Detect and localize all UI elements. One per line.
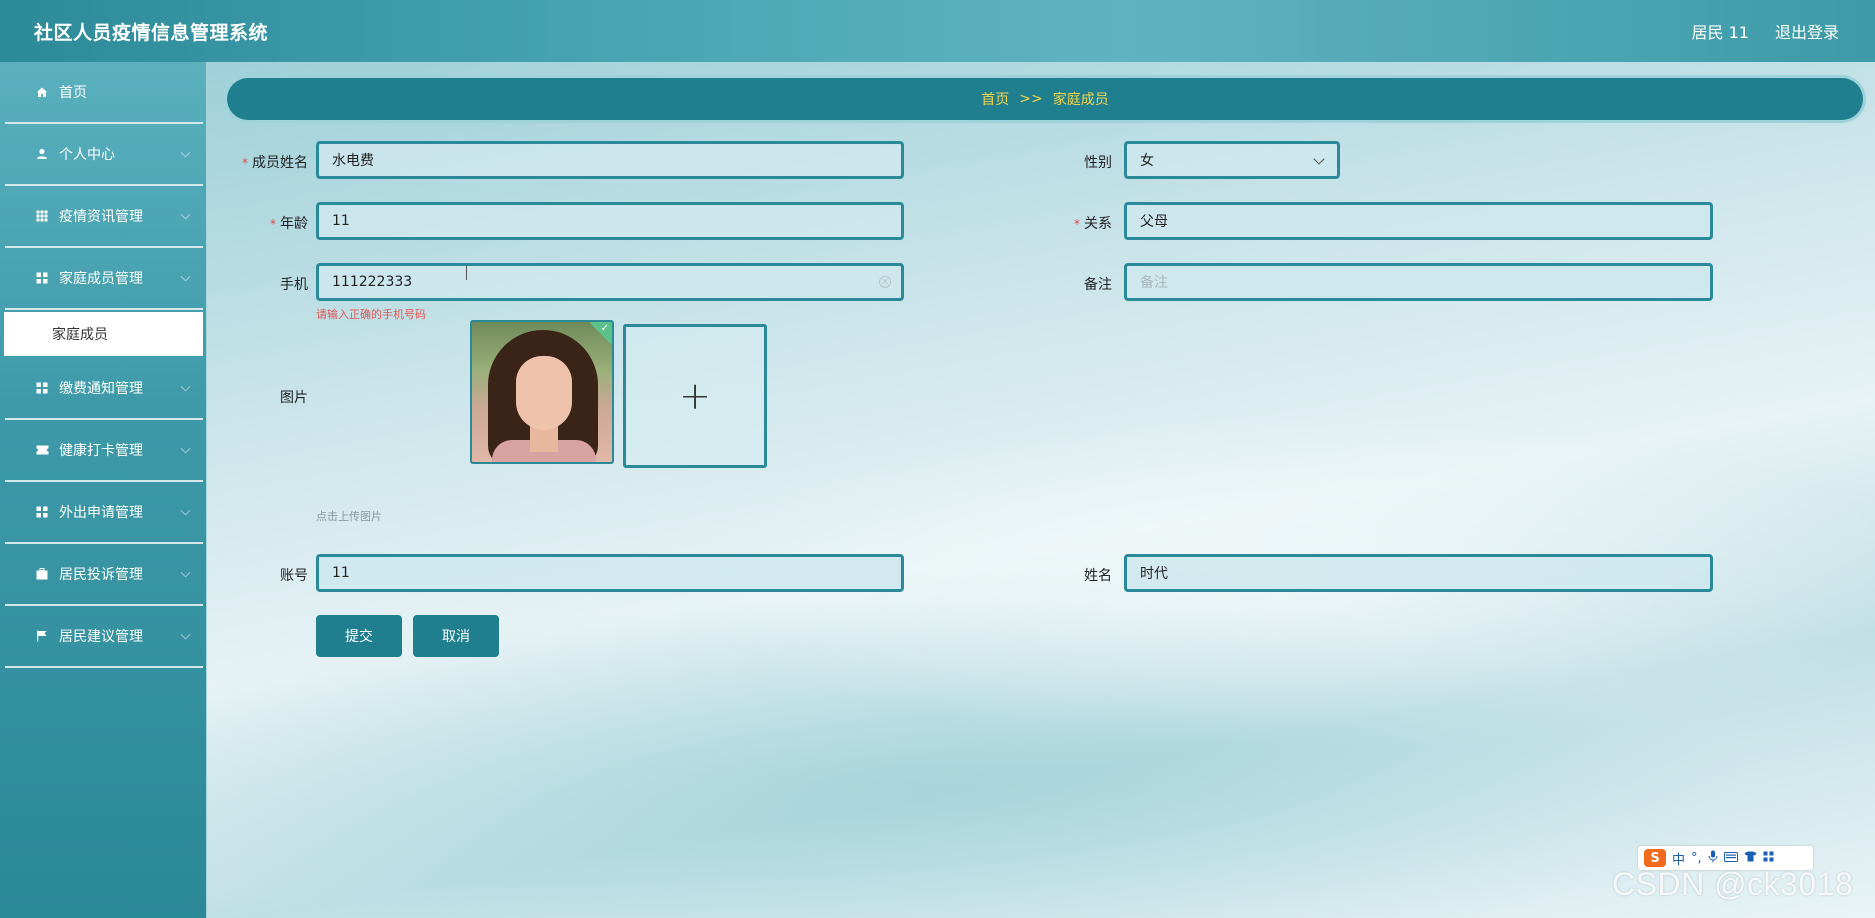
account-field[interactable]: 11 — [316, 554, 904, 592]
relation-field[interactable]: 父母 — [1124, 202, 1713, 240]
sidebar-item-label: 居民投诉管理 — [59, 567, 143, 583]
chevron-down-icon — [180, 147, 191, 158]
briefcase-icon — [35, 567, 49, 581]
microphone-icon[interactable] — [1708, 850, 1718, 867]
sidebar-item-complaints[interactable]: 居民投诉管理 — [5, 544, 203, 606]
gender-select[interactable]: 女 — [1124, 141, 1340, 179]
chevron-down-icon — [180, 443, 191, 454]
breadcrumb-home[interactable]: 首页 — [981, 89, 1009, 109]
chevron-down-icon — [180, 629, 191, 640]
gender-label: 性别 — [1084, 155, 1112, 171]
chevron-down-icon — [180, 567, 191, 578]
chevron-down-icon — [180, 381, 191, 392]
sidebar-item-suggestions[interactable]: 居民建议管理 — [5, 606, 203, 668]
sogou-icon[interactable]: S — [1644, 849, 1666, 867]
upload-hint: 点击上传图片 — [316, 510, 382, 523]
member-name-label: * 成员姓名 — [242, 155, 308, 171]
sidebar-item-home[interactable]: 首页 — [5, 62, 203, 124]
ticket-icon — [35, 443, 49, 457]
sidebar-item-label: 个人中心 — [59, 147, 115, 163]
upload-button[interactable]: + — [623, 324, 767, 468]
sidebar: 首页 个人中心 疫情资讯管理 家庭成员管理 家庭成员 缴费通知管理 健康打卡管理 — [0, 62, 207, 918]
sidebar-item-label: 外出申请管理 — [59, 505, 143, 521]
sidebar-item-label: 疫情资讯管理 — [59, 209, 143, 225]
phone-error-message: 请输入正确的手机号码 — [316, 308, 426, 321]
top-right-actions: 居民 11 退出登录 — [1692, 19, 1839, 43]
app-title: 社区人员疫情信息管理系统 — [34, 21, 269, 44]
keyboard-icon[interactable] — [1723, 851, 1738, 866]
sidebar-item-label: 缴费通知管理 — [59, 381, 143, 397]
chevron-down-icon — [1313, 153, 1325, 165]
submit-button[interactable]: 提交 — [316, 615, 402, 657]
image-label: 图片 — [280, 390, 308, 406]
sidebar-item-label: 家庭成员管理 — [59, 271, 143, 287]
cancel-button[interactable]: 取消 — [413, 615, 499, 657]
sidebar-item-payment-notice[interactable]: 缴费通知管理 — [5, 358, 203, 420]
user-label[interactable]: 居民 11 — [1692, 19, 1749, 43]
breadcrumb: 首页 >> 家庭成员 — [227, 78, 1863, 120]
user-icon — [35, 147, 49, 161]
apps-icon — [35, 271, 49, 285]
toolbox-icon[interactable] — [1763, 851, 1774, 866]
sidebar-item-epidemic-news[interactable]: 疫情资讯管理 — [5, 186, 203, 248]
watermark: CSDN @ck3018 — [1612, 866, 1854, 902]
chevron-down-icon — [180, 209, 191, 220]
sidebar-subitem-family-members[interactable]: 家庭成员 — [4, 312, 203, 356]
check-icon: ✓ — [600, 323, 609, 334]
apps-icon — [35, 505, 49, 519]
ime-punct[interactable]: °, — [1691, 851, 1702, 866]
age-label: * 年龄 — [270, 216, 308, 232]
sidebar-item-label: 首页 — [59, 85, 87, 101]
relation-label: * 关系 — [1074, 216, 1112, 232]
home-icon — [35, 85, 49, 99]
chevron-down-icon — [180, 271, 191, 282]
sidebar-item-health-checkin[interactable]: 健康打卡管理 — [5, 420, 203, 482]
account-label: 账号 — [280, 568, 308, 584]
sidebar-item-label: 居民建议管理 — [59, 629, 143, 645]
phone-label: 手机 — [280, 277, 308, 293]
clear-icon[interactable]: × — [879, 276, 891, 288]
chevron-down-icon — [180, 505, 191, 516]
ime-mode[interactable]: 中 — [1672, 849, 1685, 868]
breadcrumb-current: 家庭成员 — [1052, 92, 1109, 108]
grid-icon — [35, 209, 49, 223]
sidebar-item-family-management[interactable]: 家庭成员管理 — [5, 248, 203, 310]
member-name-field[interactable]: 水电费 — [316, 141, 904, 179]
age-field[interactable]: 11 — [316, 202, 904, 240]
phone-field[interactable]: 111222333 × — [316, 263, 904, 301]
name-field[interactable]: 时代 — [1124, 554, 1713, 592]
remark-field[interactable]: 备注 — [1124, 263, 1713, 301]
remark-label: 备注 — [1084, 277, 1112, 293]
text-cursor-icon — [466, 266, 468, 280]
sidebar-item-outing-request[interactable]: 外出申请管理 — [5, 482, 203, 544]
sidebar-item-personal-center[interactable]: 个人中心 — [5, 124, 203, 186]
skin-icon[interactable] — [1744, 851, 1757, 866]
breadcrumb-separator: >> — [1019, 91, 1043, 107]
top-bar: 社区人员疫情信息管理系统 居民 11 退出登录 — [0, 0, 1875, 62]
main-content: 首页 >> 家庭成员 — [207, 62, 1875, 918]
logout-link[interactable]: 退出登录 — [1775, 19, 1839, 43]
sidebar-item-label: 健康打卡管理 — [59, 443, 143, 459]
flag-icon — [35, 629, 49, 643]
uploaded-photo[interactable]: ✓ — [470, 320, 614, 464]
apps-icon — [35, 381, 49, 395]
name-label: 姓名 — [1084, 568, 1112, 584]
